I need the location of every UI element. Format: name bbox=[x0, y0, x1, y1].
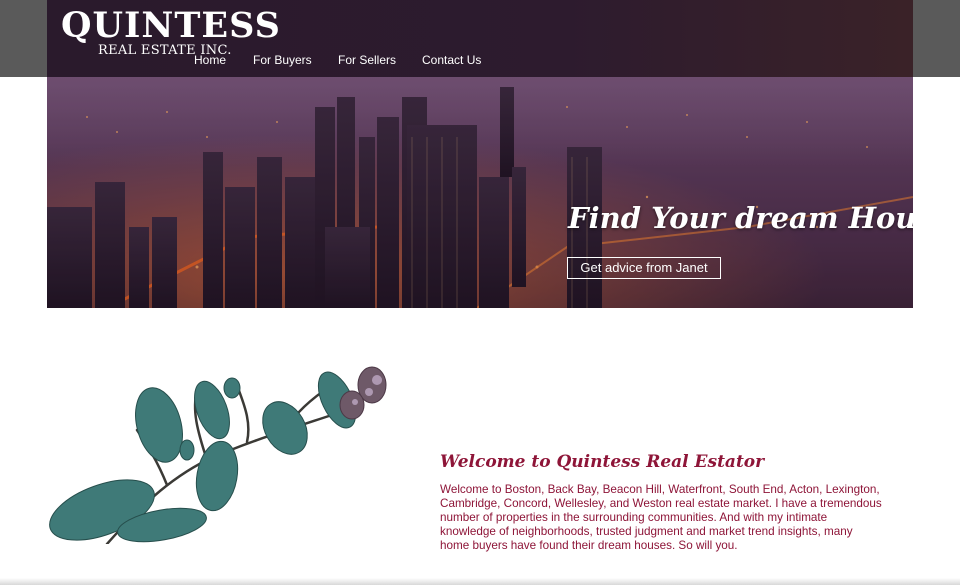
hero-banner: Find Your dream House Get advice from Ja… bbox=[47, 77, 913, 308]
nav-for-sellers[interactable]: For Sellers bbox=[338, 53, 396, 67]
brand-logo[interactable]: QUINTESS bbox=[61, 6, 281, 46]
welcome-body-text: Welcome to Boston, Back Bay, Beacon Hill… bbox=[440, 483, 882, 552]
footer-divider bbox=[0, 578, 960, 585]
get-advice-button[interactable]: Get advice from Janet bbox=[567, 257, 721, 279]
nav-contact-us[interactable]: Contact Us bbox=[422, 53, 481, 67]
nav-for-buyers[interactable]: For Buyers bbox=[253, 53, 312, 67]
welcome-heading: Welcome to Quintess Real Estator bbox=[440, 452, 765, 472]
eucalyptus-plant-image bbox=[47, 350, 397, 546]
hero-title: Find Your dream House bbox=[568, 201, 913, 235]
city-skyline-image bbox=[47, 77, 913, 308]
nav-home[interactable]: Home bbox=[194, 53, 226, 67]
